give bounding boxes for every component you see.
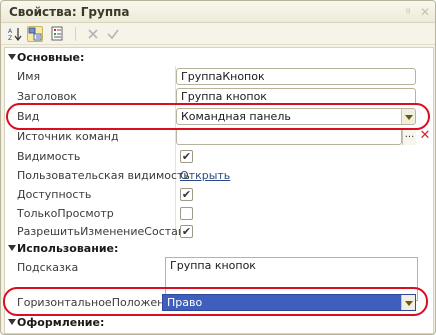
- toolbar-separator: [75, 27, 76, 41]
- toolbar: A Z: [1, 23, 435, 45]
- prop-user-visibility-label: Пользовательская видимость: [17, 169, 190, 182]
- svg-text:Z: Z: [8, 35, 12, 42]
- availability-checkbox[interactable]: ✔: [180, 188, 193, 201]
- clear-red-x-icon[interactable]: ✕: [418, 128, 432, 145]
- row-name: Имя ГруппаКнопок: [5, 67, 433, 86]
- collapse-triangle-icon[interactable]: [8, 245, 16, 251]
- row-allow-change-content: РазрешитьИзменениеСостава ✔: [5, 222, 433, 241]
- clear-icon[interactable]: [85, 26, 101, 42]
- window-title: Свойства: Группа: [9, 5, 130, 19]
- section-main[interactable]: Основные:: [5, 50, 433, 66]
- pin-icon[interactable]: ᵍ: [400, 4, 416, 20]
- kind-select-value: Командная панель: [181, 110, 291, 123]
- horizontal-position-value: Право: [167, 296, 203, 309]
- prop-name-label: Имя: [17, 70, 41, 83]
- allow-change-content-checkbox[interactable]: ✔: [180, 225, 193, 238]
- prop-title-label: Заголовок: [17, 90, 77, 103]
- prop-visibility-label: Видимость: [17, 150, 81, 163]
- categorized-view-icon[interactable]: [27, 26, 43, 42]
- prop-horizontal-position-label: ГоризонтальноеПоложение: [17, 296, 179, 309]
- collapse-triangle-icon[interactable]: [8, 319, 16, 325]
- section-appearance-label: Оформление:: [17, 316, 105, 329]
- collapse-triangle-icon[interactable]: [8, 54, 16, 60]
- row-visibility: Видимость ✔: [5, 147, 433, 166]
- horizontal-position-select[interactable]: Право: [162, 294, 416, 311]
- kind-select[interactable]: Командная панель: [176, 108, 416, 125]
- title-field[interactable]: Группа кнопок: [176, 88, 416, 105]
- prop-tooltip-label: Подсказка: [17, 261, 79, 274]
- row-read-only: ТолькоПросмотр: [5, 204, 433, 223]
- row-availability: Доступность ✔: [5, 185, 433, 204]
- property-list-icon[interactable]: [49, 26, 65, 42]
- row-kind: Вид Командная панель: [5, 107, 433, 126]
- prop-allow-change-content-label: РазрешитьИзменениеСостава: [17, 225, 192, 238]
- row-command-source: Источник команд ... ✕: [5, 127, 433, 146]
- section-usage-label: Использование:: [17, 242, 119, 255]
- chevron-down-icon[interactable]: [401, 295, 415, 310]
- section-main-label: Основные:: [17, 51, 85, 64]
- apply-check-icon[interactable]: [105, 26, 121, 42]
- section-appearance[interactable]: Оформление:: [5, 315, 433, 331]
- prop-kind-label: Вид: [17, 110, 40, 123]
- section-usage[interactable]: Использование:: [5, 241, 433, 257]
- properties-window: Свойства: Группа ᵍ ✕ A Z Основные: Имя Г…: [0, 0, 436, 335]
- read-only-checkbox[interactable]: [180, 207, 193, 220]
- command-source-select-button[interactable]: ...: [402, 128, 416, 145]
- chevron-down-icon[interactable]: [401, 109, 415, 124]
- command-source-field[interactable]: [176, 128, 402, 145]
- svg-text:A: A: [8, 28, 13, 35]
- property-grid: Основные: Имя ГруппаКнопок Заголовок Гру…: [4, 47, 434, 334]
- sort-alphabetical-icon[interactable]: A Z: [7, 26, 23, 42]
- row-title: Заголовок Группа кнопок: [5, 87, 433, 106]
- prop-command-source-label: Источник команд: [17, 130, 119, 143]
- user-visibility-open-link[interactable]: Открыть: [180, 169, 230, 182]
- row-horizontal-position: ГоризонтальноеПоложение Право: [5, 293, 433, 312]
- row-user-visibility: Пользовательская видимость Открыть: [5, 166, 433, 185]
- title-bar: Свойства: Группа ᵍ ✕: [1, 1, 435, 23]
- close-icon[interactable]: ✕: [417, 4, 433, 20]
- name-field[interactable]: ГруппаКнопок: [176, 68, 416, 85]
- prop-availability-label: Доступность: [17, 188, 92, 201]
- visibility-checkbox[interactable]: ✔: [180, 150, 193, 163]
- prop-read-only-label: ТолькоПросмотр: [17, 207, 114, 220]
